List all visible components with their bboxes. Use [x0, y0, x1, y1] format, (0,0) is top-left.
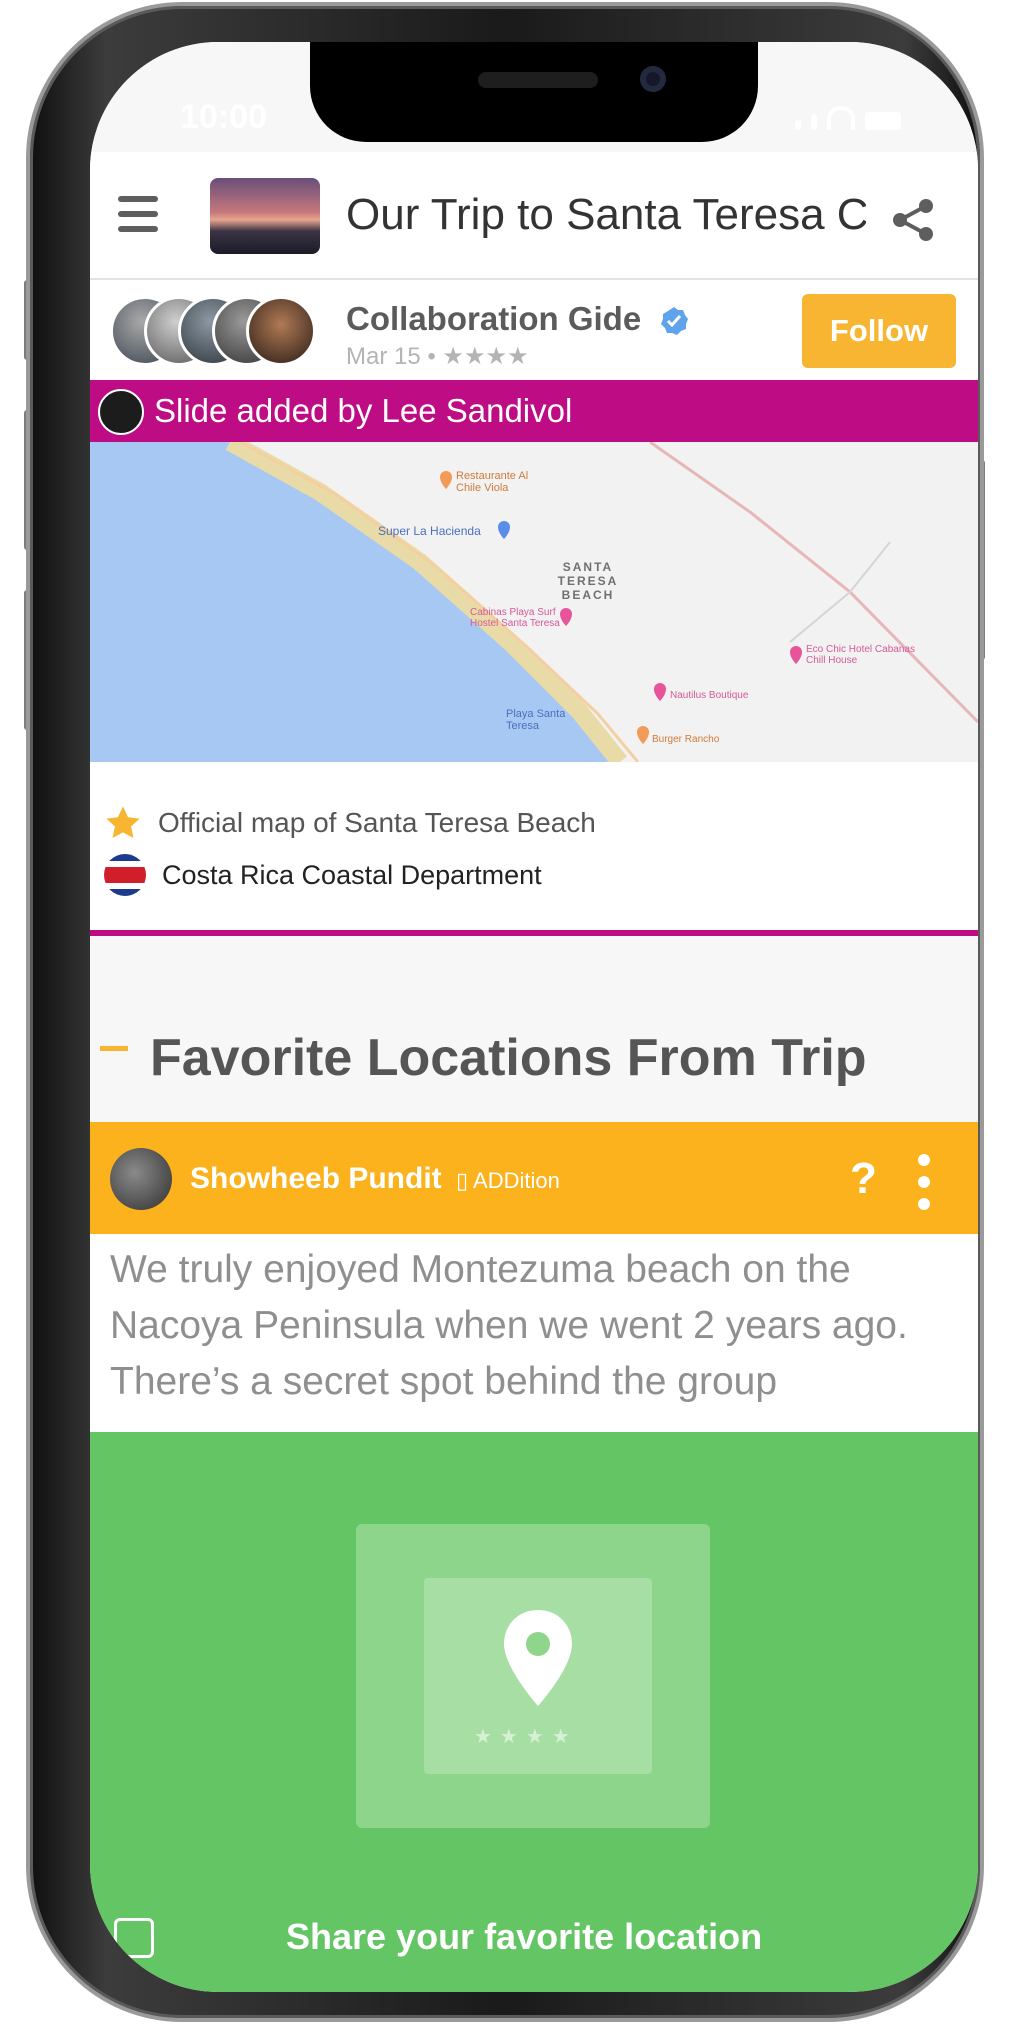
collaboration-name[interactable]: Collaboration Gide [346, 300, 690, 338]
slide-added-text: Slide added by Lee Sandivol [154, 392, 573, 429]
store-pin-icon [498, 521, 510, 539]
boutique-pin-icon [654, 683, 666, 701]
front-camera [640, 66, 666, 92]
status-bar: 10:00 [90, 42, 978, 152]
hamburger-menu-icon[interactable] [118, 196, 158, 232]
verified-badge-icon [661, 307, 689, 336]
restaurant-pin-icon [440, 471, 452, 489]
share-location-label[interactable]: Share your favorite location [286, 1916, 762, 1958]
star-icon [106, 806, 140, 839]
collaborator-avatars[interactable] [110, 296, 330, 366]
map-label: Burger Rancho [652, 734, 720, 745]
location-pin-icon [504, 1610, 572, 1706]
avatar[interactable] [110, 1148, 172, 1210]
collaboration-name-text: Collaboration Gide [346, 300, 642, 337]
status-time: 10:00 [180, 98, 267, 136]
share-location-panel[interactable]: ★★★★ Share your favorite location [90, 1432, 978, 1992]
section-title: Favorite Locations From Trip [150, 1029, 867, 1087]
page-title: Our Trip to Santa Teresa C... [346, 190, 866, 239]
comment-tag: ▯ ADDition [456, 1168, 560, 1193]
rating-stars: ★★★★ [474, 1726, 578, 1748]
speaker-grille [478, 72, 598, 88]
comment-body: We truly enjoyed Montezuma beach on the … [90, 1234, 978, 1432]
notch [310, 42, 758, 142]
map-view[interactable]: Restaurante Al Chile Viola Super La Haci… [90, 442, 978, 762]
comment-author-name: Showheeb Pundit [190, 1162, 442, 1195]
follow-button[interactable]: Follow [802, 294, 956, 368]
map-label: Eco Chic Hotel Cabanas Chill House [806, 644, 915, 666]
comment-header: Showheeb Pundit ▯ ADDition ? [90, 1122, 978, 1234]
section-accent-dash [100, 1046, 128, 1051]
slide-added-banner: Slide added by Lee Sandivol [90, 380, 978, 442]
trip-thumbnail[interactable] [210, 178, 320, 254]
more-options-icon[interactable] [918, 1154, 934, 1214]
hotel-pin-icon [790, 646, 802, 664]
author-row: Collaboration Gide Mar 15 • ★★★★ Follow [90, 280, 978, 380]
comment-author[interactable]: Showheeb Pundit ▯ ADDition [190, 1162, 560, 1196]
official-map-line: Official map of Santa Teresa Beach [104, 804, 596, 842]
share-icon[interactable] [888, 196, 936, 244]
expand-icon[interactable] [114, 1918, 154, 1958]
favorites-section-header: Favorite Locations From Trip [90, 936, 978, 1122]
map-label: Cabinas Playa Surf Hostel Santa Teresa [470, 607, 560, 629]
comment-text: We truly enjoyed Montezuma beach on the … [110, 1248, 908, 1403]
map-source: Official map of Santa Teresa Beach Costa… [90, 762, 978, 936]
app-header: Our Trip to Santa Teresa C... [90, 152, 978, 280]
avatar [98, 389, 144, 435]
phone-screen: 10:00 Our Trip to Santa Teresa C... Coll… [90, 42, 978, 1992]
map-label: Nautilus Boutique [670, 690, 749, 701]
official-map-text: Official map of Santa Teresa Beach [158, 807, 596, 838]
costa-rica-flag-icon [104, 854, 146, 896]
wifi-icon [827, 106, 855, 130]
burger-pin-icon [637, 726, 649, 744]
help-icon[interactable]: ? [850, 1154, 877, 1204]
map-label: Playa Santa Teresa [506, 708, 566, 732]
map-label: Super La Hacienda [378, 524, 481, 538]
post-date-rating: Mar 15 • ★★★★ [346, 343, 529, 370]
department-text: Costa Rica Coastal Department [162, 859, 542, 890]
avatar [246, 296, 316, 366]
phone-frame: 10:00 Our Trip to Santa Teresa C... Coll… [30, 6, 980, 2018]
department-line[interactable]: Costa Rica Coastal Department [104, 854, 542, 896]
battery-icon [865, 112, 901, 130]
map-label: Restaurante Al Chile Viola [456, 470, 529, 494]
map-label: SANTA TERESA BEACH [557, 560, 619, 602]
signal-icons [795, 104, 915, 130]
